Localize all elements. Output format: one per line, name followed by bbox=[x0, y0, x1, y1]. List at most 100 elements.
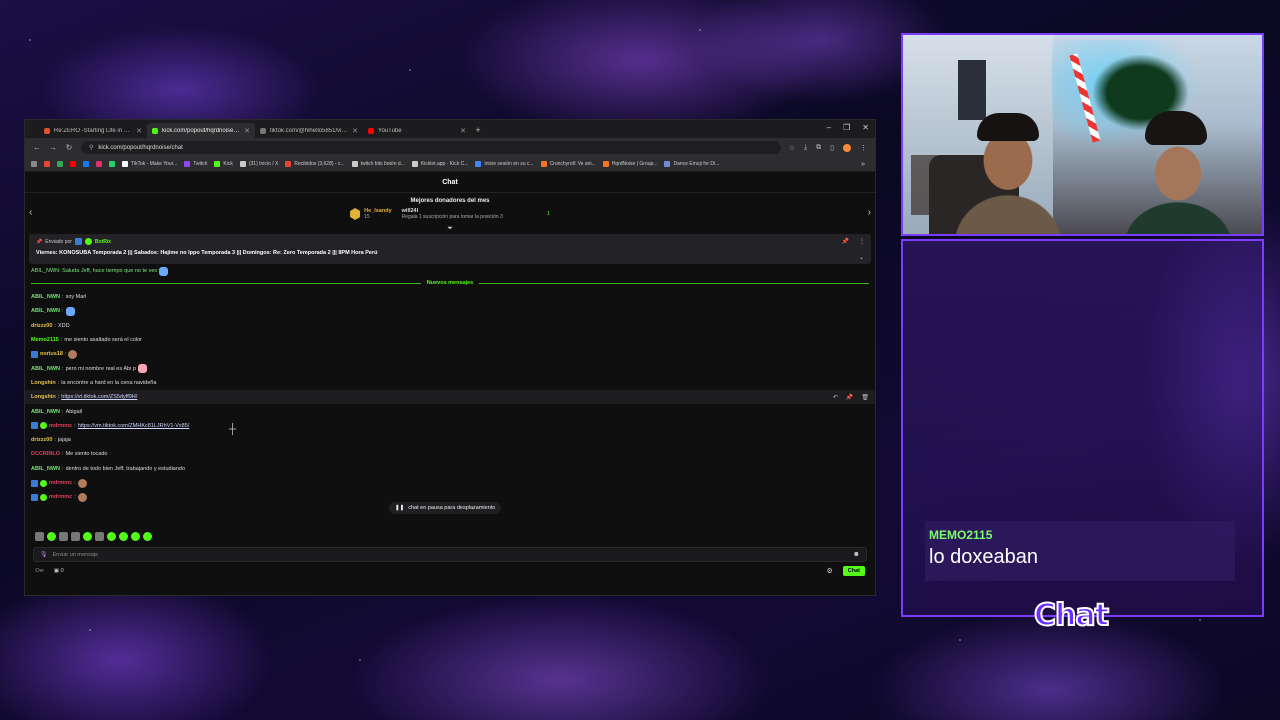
users-icon[interactable]: ⚇∞ bbox=[35, 568, 44, 574]
bookmark-shortcut-icon[interactable] bbox=[83, 161, 89, 167]
tab-tiktok[interactable]: tiktok.com/@hihello5851/vide... ✕ bbox=[255, 123, 363, 138]
bookmark-shortcut-icon[interactable] bbox=[70, 161, 76, 167]
delete-icon[interactable]: 🗑 bbox=[861, 394, 869, 401]
apps-icon[interactable] bbox=[31, 161, 37, 167]
username[interactable]: ABIL_NWN bbox=[31, 308, 60, 314]
more-bookmarks-icon[interactable]: » bbox=[861, 161, 875, 168]
more-options-icon[interactable]: ⋮ bbox=[859, 238, 865, 245]
forward-icon[interactable]: → bbox=[49, 143, 57, 152]
username[interactable]: ABIL_NWN bbox=[31, 409, 60, 415]
bookmark-shortcut-icon[interactable] bbox=[109, 161, 115, 167]
gear-icon[interactable]: ⚙ bbox=[826, 567, 832, 575]
emote-icon[interactable] bbox=[95, 532, 104, 541]
profile-icon[interactable] bbox=[843, 143, 851, 152]
bookmark-shortcut-icon[interactable] bbox=[44, 161, 50, 167]
mouse-cursor-icon: ┼ bbox=[229, 424, 237, 435]
pinned-by-user[interactable]: BotRix bbox=[95, 239, 111, 245]
message-link[interactable]: https://vm.tiktok.com/ZMHKc81LJRhV1-Vx85… bbox=[78, 423, 190, 429]
collapse-chevron-icon[interactable]: ⌄ bbox=[859, 254, 864, 261]
bookmark-item[interactable]: HqrdNoise | Group... bbox=[602, 161, 657, 167]
username[interactable]: Longshin bbox=[31, 394, 56, 400]
browser-window: Re:ZERO -Starting Life in Anot... ✕ kick… bbox=[24, 119, 876, 596]
menu-icon[interactable]: ⋮ bbox=[860, 144, 867, 152]
download-icon[interactable]: ⤓ bbox=[804, 144, 807, 152]
emote-icon[interactable] bbox=[83, 532, 92, 541]
sidebar-icon[interactable]: ▯ bbox=[830, 144, 834, 152]
emote-icon[interactable] bbox=[71, 532, 80, 541]
send-chat-button[interactable]: Chat bbox=[842, 566, 865, 576]
username[interactable]: Memo2115 bbox=[31, 337, 59, 343]
chevron-left-icon[interactable]: ‹ bbox=[29, 207, 32, 218]
chat-message: ABIL_NWN: soy Marl bbox=[31, 294, 87, 301]
message-text: la encontre a hard en la cena navideña bbox=[61, 379, 157, 386]
username[interactable]: DCCRINLO bbox=[31, 451, 60, 457]
reload-icon[interactable]: ↻ bbox=[65, 143, 73, 152]
close-tab-icon[interactable]: ✕ bbox=[460, 127, 466, 135]
username[interactable]: norius18 bbox=[40, 351, 63, 357]
message-text: XDD bbox=[57, 322, 70, 329]
chat-message: ABIL_NWN: Abigail bbox=[31, 408, 83, 415]
close-tab-icon[interactable]: ✕ bbox=[352, 127, 358, 135]
bookmark-star-icon[interactable]: ☆ bbox=[789, 144, 795, 152]
username[interactable]: ABIL_NWN bbox=[31, 466, 60, 472]
minimize-icon[interactable]: – bbox=[827, 123, 831, 132]
unpin-icon[interactable]: 📌 bbox=[842, 238, 849, 245]
username[interactable]: ABIL_NWN bbox=[31, 366, 60, 372]
gifter-badge-icon bbox=[40, 493, 47, 501]
chat-paused-pill[interactable]: ❚❚ chat en pausa para desplazamiento bbox=[389, 502, 502, 514]
username[interactable]: drizzz00 bbox=[31, 323, 52, 329]
emote-icon[interactable] bbox=[59, 532, 68, 541]
emote-icon[interactable] bbox=[47, 532, 56, 541]
microphone-icon[interactable]: 🎙 bbox=[40, 551, 48, 558]
close-tab-icon[interactable]: ✕ bbox=[136, 127, 142, 135]
emote-icon bbox=[65, 306, 75, 316]
chevron-right-icon[interactable]: › bbox=[868, 207, 871, 218]
emote-icon[interactable] bbox=[143, 532, 152, 541]
chevron-down-icon[interactable]: ⏷ bbox=[25, 225, 875, 232]
maximize-icon[interactable]: ❐ bbox=[843, 123, 850, 132]
bookmark-item[interactable]: twitch bits botón d... bbox=[351, 161, 405, 167]
reply-icon[interactable]: ↶ bbox=[833, 394, 838, 401]
tab-kick-chat[interactable]: kick.com/popout/hqrdnoise/ch... ✕ bbox=[147, 123, 255, 138]
bookmark-item[interactable]: Dance Emoji for Di... bbox=[664, 161, 719, 167]
username[interactable]: mdrmmc bbox=[49, 480, 72, 486]
pinned-by: 📌 Enviado por BotRix bbox=[36, 238, 864, 245]
site-info-icon[interactable]: ⚲ bbox=[89, 144, 93, 151]
bookmark-shortcut-icon[interactable] bbox=[57, 161, 63, 167]
username[interactable]: drizzz00 bbox=[31, 437, 52, 443]
bookmark-item[interactable]: Recibidos (3,628) - c... bbox=[285, 161, 345, 167]
emote-icon[interactable] bbox=[107, 532, 116, 541]
emote-icon[interactable] bbox=[35, 532, 44, 541]
username[interactable]: Longshin bbox=[31, 380, 56, 386]
tab-rezero[interactable]: Re:ZERO -Starting Life in Anot... ✕ bbox=[39, 123, 147, 138]
emote-icon[interactable] bbox=[119, 532, 128, 541]
close-window-icon[interactable]: ✕ bbox=[862, 123, 869, 132]
new-tab-icon[interactable]: + bbox=[471, 123, 485, 138]
username[interactable]: mdrmmc bbox=[49, 423, 72, 429]
username[interactable]: mdrmmc bbox=[49, 494, 72, 500]
bookmark-item[interactable]: Crunchyroll: Ve ani... bbox=[540, 161, 596, 167]
emoji-picker-icon[interactable]: ☻ bbox=[853, 551, 860, 558]
close-tab-icon[interactable]: ✕ bbox=[244, 127, 250, 135]
bookmark-shortcut-icon[interactable] bbox=[96, 161, 102, 167]
message-input[interactable]: 🎙 Enviar un mensaje ☻ bbox=[33, 547, 867, 562]
bookmark-item[interactable]: Inicie sesión en su c... bbox=[475, 161, 534, 167]
bookmark-item[interactable]: Kicklet.app - Kick C... bbox=[411, 161, 468, 167]
bookmark-item[interactable]: Twitch bbox=[184, 161, 207, 167]
url-field[interactable]: ⚲ kick.com/popout/hqrdnoise/chat bbox=[81, 141, 781, 154]
bookmark-item[interactable]: (31) Inicio / X bbox=[239, 161, 278, 167]
chat-message: norius18: bbox=[31, 347, 869, 361]
emote-icon bbox=[77, 478, 87, 488]
emote-icon[interactable] bbox=[131, 532, 140, 541]
tab-youtube[interactable]: YouTube ✕ bbox=[363, 123, 471, 138]
bookmark-item[interactable]: TikTok - Make Your... bbox=[122, 161, 177, 167]
bookmark-item[interactable]: Kick bbox=[214, 161, 233, 167]
username[interactable]: ABIL_NWN bbox=[31, 294, 60, 300]
extensions-icon[interactable]: ⧉ bbox=[816, 144, 821, 152]
bookmark-label: Crunchyroll: Ve ani... bbox=[549, 161, 596, 167]
message-list[interactable]: ABIL_NWN: Saluda Jeff, hace tiempo que n… bbox=[25, 266, 875, 541]
message-link[interactable]: https://vt.tiktok.com/ZS5dyff9H/ bbox=[61, 394, 137, 400]
bot-badge-icon bbox=[74, 238, 82, 245]
back-icon[interactable]: ← bbox=[33, 143, 41, 152]
pin-message-icon[interactable]: 📌 bbox=[846, 394, 853, 401]
